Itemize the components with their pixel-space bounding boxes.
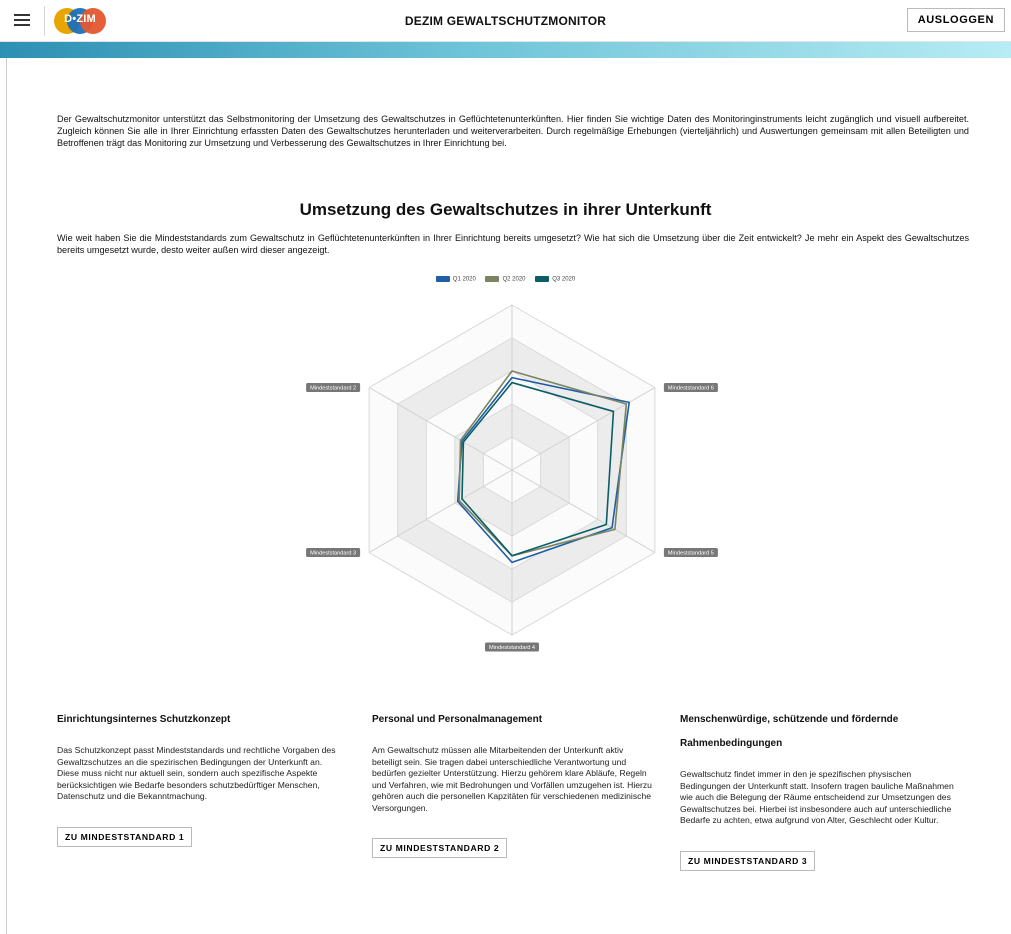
legend-label-q3: Q3 2020	[552, 276, 576, 283]
section-description: Wie weit haben Sie die Mindeststandards …	[57, 233, 969, 255]
left-border	[6, 42, 7, 934]
go-to-standard-2-button[interactable]: ZU MINDESTSTANDARD 2	[372, 838, 508, 858]
axis-label-6: Mindeststandard 2	[310, 386, 356, 392]
chart-legend: Q1 2020 Q2 2020 Q3 2020	[0, 276, 1011, 283]
legend-item-q2[interactable]: Q2 2020	[485, 276, 526, 283]
card-mindeststandard-3: Menschenwürdige, schützende und fördernd…	[680, 708, 960, 871]
legend-swatch-q1	[435, 276, 450, 282]
card-title: Menschenwürdige, schützende und fördernd…	[680, 714, 899, 749]
legend-item-q3[interactable]: Q3 2020	[535, 276, 575, 283]
legend-swatch-q2	[485, 276, 500, 282]
top-app-bar: D•ZIM DEZIM GEWALTSCHUTZMONITOR AUSLOGGE…	[0, 0, 1011, 42]
card-mindeststandard-1: Einrichtungsinternes Schutzkonzept Das S…	[57, 708, 337, 847]
header-gradient-band	[0, 42, 1011, 58]
go-to-standard-3-button[interactable]: ZU MINDESTSTANDARD 3	[680, 850, 816, 871]
axis-label-2: Mindeststandard 6	[668, 386, 714, 392]
card-text: Das Schutzkonzept passt Mindeststandards…	[57, 745, 336, 801]
intro-text: Der Gewaltschutzmonitor unterstützt das …	[57, 114, 969, 148]
card-title: Einrichtungsinternes Schutzkonzept	[57, 714, 231, 725]
card-mindeststandard-2: Personal und Personalmanagement Am Gewal…	[372, 708, 652, 858]
legend-swatch-q3	[535, 276, 550, 282]
go-to-standard-1-button[interactable]: ZU MINDESTSTANDARD 1	[57, 826, 193, 847]
legend-label-q2: Q2 2020	[502, 276, 526, 283]
card-text: Am Gewaltschutz müssen alle Mitarbeitend…	[372, 745, 652, 813]
card-text: Gewaltschutz findet immer in den je spez…	[680, 769, 954, 825]
logout-button[interactable]: AUSLOGGEN	[906, 8, 1005, 32]
axis-label-5: Mindeststandard 3	[310, 551, 356, 557]
section-title: Umsetzung des Gewaltschutzes in ihrer Un…	[299, 200, 712, 219]
axis-label-4: Mindeststandard 4	[489, 645, 535, 651]
legend-item-q1[interactable]: Q1 2020	[435, 276, 476, 283]
legend-label-q1: Q1 2020	[452, 276, 476, 283]
card-title: Personal und Personalmanagement	[372, 714, 543, 725]
radar-chart: Mindeststandard 1Mindeststandard 6Mindes…	[306, 304, 718, 652]
axis-label-3: Mindeststandard 5	[668, 551, 714, 557]
app-title: DEZIM GEWALTSCHUTZMONITOR	[404, 14, 607, 28]
